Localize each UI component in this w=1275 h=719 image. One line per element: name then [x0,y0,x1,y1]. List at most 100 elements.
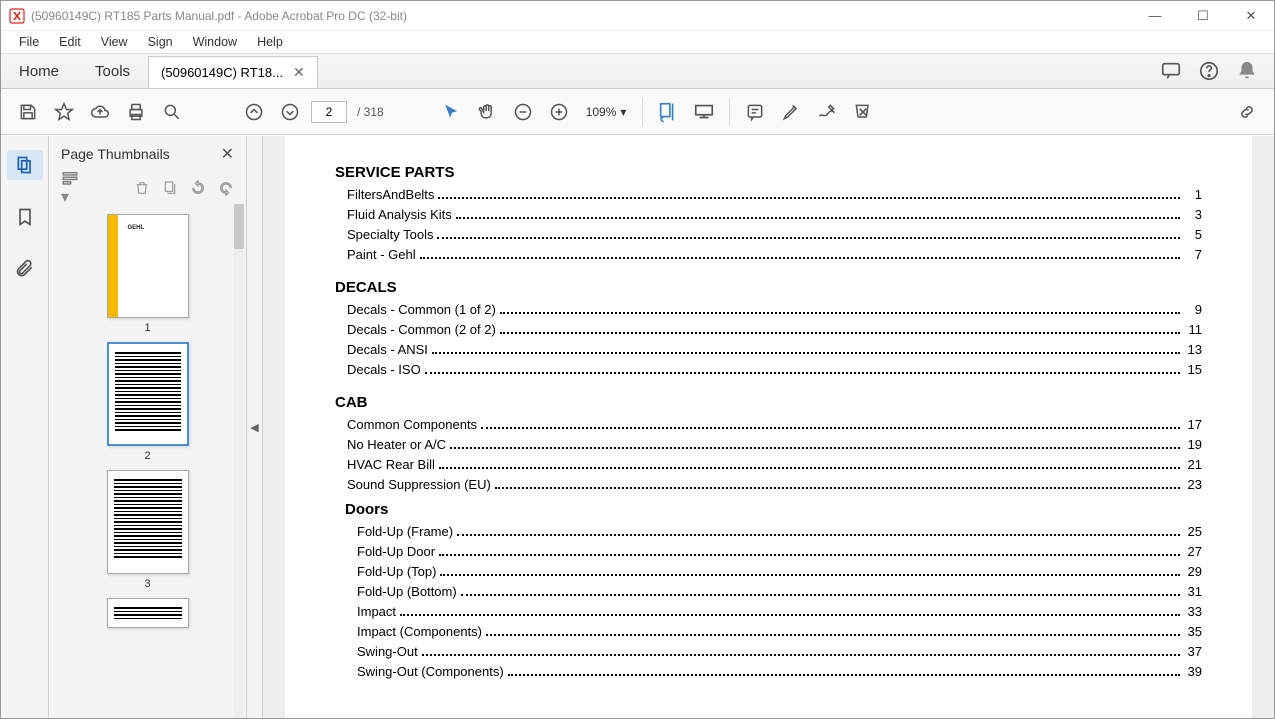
close-window-button[interactable]: ✕ [1236,8,1266,24]
toc-page-number: 19 [1184,435,1202,455]
menu-edit[interactable]: Edit [49,33,91,51]
star-icon[interactable] [49,97,79,127]
thumbnail-2[interactable]: 2 [107,342,189,462]
document-viewer[interactable]: SERVICE PARTSFiltersAndBelts1Fluid Analy… [263,136,1274,718]
menu-help[interactable]: Help [247,33,293,51]
close-thumbnail-panel[interactable]: ✕ [221,144,234,164]
toc-row[interactable]: Decals - ISO15 [335,360,1202,380]
collapse-sidebar-button[interactable]: ◀ [247,136,263,718]
toc-row[interactable]: Fluid Analysis Kits 3 [335,205,1202,225]
toc-label: FiltersAndBelts [347,185,434,205]
tab-home[interactable]: Home [1,54,77,88]
zoom-in-icon[interactable] [544,97,574,127]
toc-dots [400,614,1180,616]
toc-row[interactable]: Impact33 [335,602,1202,622]
thumbnail-options-icon[interactable]: ▾ [61,169,79,207]
thumbnail-1[interactable]: GEHL 1 [107,214,189,334]
thumbnail-scrollbar-thumb[interactable] [234,204,244,249]
tabbar: Home Tools (50960149C) RT18... ✕ [1,53,1274,89]
sticky-note-icon[interactable] [740,97,770,127]
page-up-icon[interactable] [239,97,269,127]
toc-page-number: 21 [1184,455,1202,475]
menu-file[interactable]: File [9,33,49,51]
tab-tools[interactable]: Tools [77,54,148,88]
toc-label: Decals - ANSI [347,340,428,360]
toc-row[interactable]: FiltersAndBelts 1 [335,185,1202,205]
draw-icon[interactable] [812,97,842,127]
toc-label: Decals - Common (2 of 2) [347,320,496,340]
thumbnail-3-num: 3 [144,578,150,590]
toc-row[interactable]: Fold-Up Door27 [335,542,1202,562]
rotate-ccw-icon[interactable] [190,180,206,196]
rotate-cw-icon[interactable] [218,180,234,196]
toc-dots [461,594,1180,596]
page-down-icon[interactable] [275,97,305,127]
thumbnail-scrollbar[interactable] [234,204,244,718]
attachments-rail-button[interactable] [7,254,43,284]
print-icon[interactable] [121,97,151,127]
highlight-icon[interactable] [776,97,806,127]
thumbnail-4[interactable] [107,598,189,628]
read-mode-icon[interactable] [689,97,719,127]
toc-page-number: 29 [1184,562,1202,582]
selection-tool-icon[interactable] [436,97,466,127]
toc-row[interactable]: No Heater or A/C 19 [335,435,1202,455]
toc-row[interactable]: Specialty Tools5 [335,225,1202,245]
page-number-input[interactable] [311,101,347,123]
toc-label: No Heater or A/C [347,435,446,455]
erase-icon[interactable] [848,97,878,127]
toc-page-number: 5 [1184,225,1202,245]
toc-row[interactable]: Paint - Gehl7 [335,245,1202,265]
toc-label: Common Components [347,415,477,435]
toc-page-number: 1 [1184,185,1202,205]
toc-row[interactable]: Fold-Up (Bottom)31 [335,582,1202,602]
toc-row[interactable]: Impact (Components)35 [335,622,1202,642]
toc-row[interactable]: Fold-Up (Top)29 [335,562,1202,582]
bell-icon[interactable] [1236,60,1258,82]
toc-dots [457,534,1180,536]
toc-row[interactable]: Decals - ANSI13 [335,340,1202,360]
bookmarks-rail-button[interactable] [7,202,43,232]
toc-dots [495,487,1180,489]
toc-row[interactable]: Fold-Up (Frame)25 [335,522,1202,542]
delete-page-icon[interactable] [134,180,150,196]
thumbnail-list: GEHL 1 2 3 [49,204,246,718]
hand-tool-icon[interactable] [472,97,502,127]
zoom-out-icon[interactable] [508,97,538,127]
thumbnails-rail-button[interactable] [7,150,43,180]
toc-subheading: Doors [345,501,1202,518]
fit-width-icon[interactable] [653,97,683,127]
tab-close-button[interactable]: ✕ [293,64,305,81]
find-icon[interactable] [157,97,187,127]
thumbnail-3[interactable]: 3 [107,470,189,590]
tab-document[interactable]: (50960149C) RT18... ✕ [148,56,318,88]
toc-row[interactable]: Sound Suppression (EU)23 [335,475,1202,495]
toc-label: Fluid Analysis Kits [347,205,452,225]
toc-row[interactable]: Decals - Common (1 of 2)9 [335,300,1202,320]
toc-dots [440,574,1180,576]
toc-page-number: 3 [1184,205,1202,225]
share-link-icon[interactable] [1232,97,1262,127]
toc-row[interactable]: Common Components17 [335,415,1202,435]
menu-sign[interactable]: Sign [138,33,183,51]
toc-dots [420,257,1180,259]
minimize-button[interactable]: — [1140,8,1170,24]
help-icon[interactable] [1198,60,1220,82]
toc-dots [432,352,1180,354]
toc-page-number: 25 [1184,522,1202,542]
toc-page-number: 39 [1184,662,1202,682]
maximize-button[interactable]: ☐ [1188,8,1218,24]
menu-view[interactable]: View [91,33,138,51]
toc-label: Impact (Components) [357,622,482,642]
save-icon[interactable] [13,97,43,127]
new-page-icon[interactable] [162,180,178,196]
zoom-level[interactable]: 109%▾ [580,105,633,119]
toc-row[interactable]: Swing-Out37 [335,642,1202,662]
chevron-down-icon: ▾ [620,105,626,119]
comments-icon[interactable] [1160,60,1182,82]
toc-row[interactable]: Decals - Common (2 of 2)11 [335,320,1202,340]
toc-row[interactable]: Swing-Out (Components)39 [335,662,1202,682]
menu-window[interactable]: Window [183,33,247,51]
cloud-upload-icon[interactable] [85,97,115,127]
toc-row[interactable]: HVAC Rear Bill21 [335,455,1202,475]
